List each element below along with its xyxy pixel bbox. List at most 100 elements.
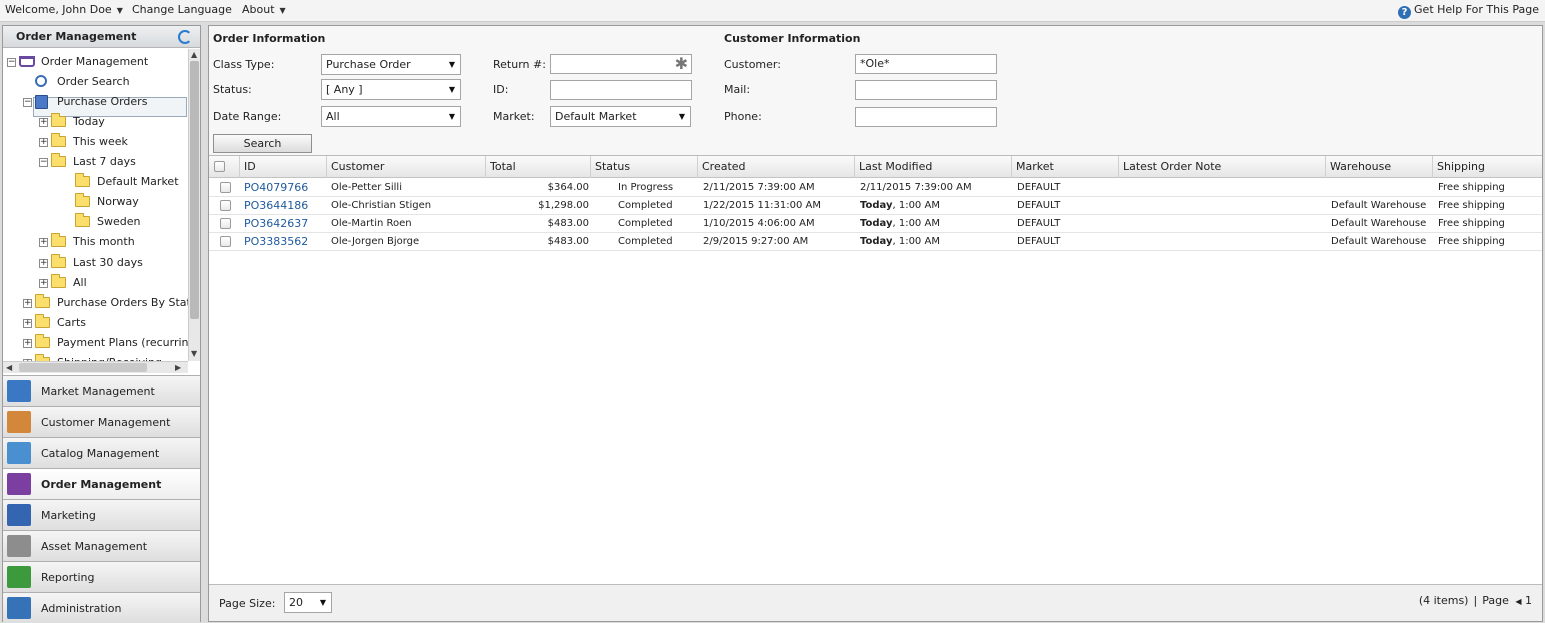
table-row[interactable]: PO3644186 Ole-Christian Stigen $1,298.00 Co… bbox=[209, 197, 1542, 215]
expand-icon[interactable]: + bbox=[39, 238, 48, 248]
scrollbar-thumb[interactable] bbox=[190, 61, 199, 319]
expand-icon[interactable]: + bbox=[39, 258, 48, 268]
column-header[interactable]: Created bbox=[697, 156, 854, 178]
order-id-link[interactable]: PO4079766 bbox=[244, 179, 308, 196]
collapse-icon[interactable]: − bbox=[7, 58, 16, 67]
dropdown-arrow-icon: ▼ bbox=[448, 85, 455, 94]
about-label: About bbox=[242, 3, 275, 16]
tree-node[interactable]: + All bbox=[3, 273, 188, 293]
tree-node[interactable]: + Carts bbox=[3, 313, 188, 333]
column-header[interactable]: Warehouse bbox=[1325, 156, 1432, 178]
expand-icon[interactable]: + bbox=[23, 298, 32, 308]
tree-node[interactable]: + This month bbox=[3, 232, 188, 252]
column-header[interactable]: Shipping bbox=[1432, 156, 1542, 178]
customer-input[interactable]: *Ole* bbox=[855, 54, 997, 74]
expand-icon[interactable]: + bbox=[23, 318, 32, 328]
left-navigation-panel: Order Management − Order Management Order … bbox=[2, 25, 201, 623]
column-header[interactable]: ID bbox=[239, 156, 326, 178]
column-header[interactable]: Customer bbox=[326, 156, 485, 178]
column-header[interactable]: Latest Order Note bbox=[1118, 156, 1325, 178]
tree-node-label: Purchase Orders bbox=[57, 95, 148, 109]
page-number[interactable]: 1 bbox=[1525, 594, 1532, 607]
grid-header: ID Customer Total Status Created Last Modifie… bbox=[209, 156, 1542, 178]
row-checkbox[interactable] bbox=[220, 182, 231, 193]
order-id-link[interactable]: PO3644186 bbox=[244, 197, 308, 214]
expand-icon[interactable]: + bbox=[39, 278, 48, 288]
module-order-management[interactable]: Order Management bbox=[3, 468, 200, 499]
module-customer-management[interactable]: Customer Management bbox=[3, 406, 200, 437]
scroll-left-icon[interactable]: ◀ bbox=[6, 363, 12, 372]
table-row[interactable]: PO3642637 Ole-Martin Roen $483.00 Completed… bbox=[209, 215, 1542, 233]
table-row[interactable]: PO4079766 Ole-Petter Silli $364.00 In Progr… bbox=[209, 179, 1542, 197]
tree-horizontal-scrollbar[interactable]: ◀ ▶ bbox=[3, 361, 188, 373]
tree-node[interactable]: + Payment Plans (recurrin bbox=[3, 333, 188, 353]
column-header[interactable]: Last Modified bbox=[854, 156, 1011, 178]
tree-node[interactable]: + Purchase Orders By Stat bbox=[3, 293, 188, 313]
pager: (4 items) | Page ◀ 1 bbox=[1419, 594, 1532, 607]
folder-icon bbox=[51, 233, 66, 248]
row-checkbox[interactable] bbox=[220, 236, 231, 247]
tree-node[interactable]: − Purchase Orders bbox=[3, 92, 188, 112]
scrollbar-thumb[interactable] bbox=[19, 363, 147, 372]
table-row[interactable]: PO3383562 Ole-Jorgen Bjorge $483.00 Complet… bbox=[209, 233, 1542, 251]
class-type-select[interactable]: Purchase Order ▼ bbox=[321, 54, 461, 75]
modified-time: , 1:00 AM bbox=[892, 218, 940, 229]
module-reporting[interactable]: Reporting bbox=[3, 561, 200, 592]
status-select[interactable]: [ Any ] ▼ bbox=[321, 79, 461, 100]
status-value: [ Any ] bbox=[326, 83, 363, 96]
previous-page-icon[interactable]: ◀ bbox=[1515, 597, 1521, 606]
module-catalog-management[interactable]: Catalog Management bbox=[3, 437, 200, 468]
market-select[interactable]: Default Market ▼ bbox=[550, 106, 691, 127]
id-input[interactable] bbox=[550, 80, 692, 100]
refresh-icon[interactable] bbox=[178, 30, 192, 44]
change-language-menu[interactable]: Change Language bbox=[132, 3, 232, 16]
tree-node[interactable]: Default Market bbox=[3, 172, 188, 192]
expand-icon[interactable]: + bbox=[39, 138, 48, 148]
module-label: Customer Management bbox=[41, 416, 171, 429]
collapse-icon[interactable]: − bbox=[39, 158, 48, 168]
modified-day: Today bbox=[860, 218, 893, 229]
help-link[interactable]: ? Get Help For This Page bbox=[1398, 3, 1539, 19]
scroll-down-icon[interactable]: ▼ bbox=[191, 349, 197, 358]
scroll-up-icon[interactable]: ▲ bbox=[191, 50, 197, 59]
module-marketing[interactable]: Marketing bbox=[3, 499, 200, 530]
tree-node[interactable]: + This week bbox=[3, 132, 188, 152]
about-menu[interactable]: About ▼ bbox=[242, 3, 286, 16]
module-administration[interactable]: Administration bbox=[3, 592, 200, 623]
tree-node[interactable]: + Last 30 days bbox=[3, 253, 188, 273]
tree-node[interactable]: +Shipping/Receiving bbox=[3, 353, 188, 361]
tree-vertical-scrollbar[interactable]: ▲ ▼ bbox=[188, 49, 200, 361]
welcome-menu[interactable]: Welcome, John Doe ▼ bbox=[5, 3, 123, 16]
folder-icon bbox=[75, 193, 90, 208]
mail-input[interactable] bbox=[855, 80, 997, 100]
order-id-link[interactable]: PO3642637 bbox=[244, 215, 308, 232]
row-checkbox[interactable] bbox=[220, 218, 231, 229]
order-id-link[interactable]: PO3383562 bbox=[244, 233, 308, 250]
page-size-select[interactable]: 20 ▼ bbox=[284, 592, 332, 613]
expand-icon[interactable]: + bbox=[39, 118, 48, 128]
module-label: Order Management bbox=[41, 478, 162, 491]
tree-node[interactable]: Norway bbox=[3, 192, 188, 212]
search-button[interactable]: Search bbox=[213, 134, 312, 153]
scroll-right-icon[interactable]: ▶ bbox=[175, 363, 181, 372]
column-header[interactable]: Status bbox=[590, 156, 697, 178]
collapse-icon[interactable]: − bbox=[23, 98, 32, 108]
dropdown-arrow-icon: ▼ bbox=[448, 112, 455, 121]
expand-icon[interactable]: + bbox=[23, 338, 32, 348]
module-asset-management[interactable]: Asset Management bbox=[3, 530, 200, 561]
column-header[interactable]: Total bbox=[485, 156, 590, 178]
tree-node[interactable]: − Order Management bbox=[3, 52, 188, 72]
phone-input[interactable] bbox=[855, 107, 997, 127]
module-market-management[interactable]: Market Management bbox=[3, 375, 200, 406]
tree-node[interactable]: − Last 7 days bbox=[3, 152, 188, 172]
tree-node[interactable]: Sweden bbox=[3, 212, 188, 232]
modified-day: Today bbox=[860, 236, 893, 247]
column-header[interactable]: Market bbox=[1011, 156, 1118, 178]
select-all-checkbox[interactable] bbox=[214, 161, 225, 172]
folder-icon bbox=[35, 333, 50, 348]
row-checkbox[interactable] bbox=[220, 200, 231, 211]
date-range-select[interactable]: All ▼ bbox=[321, 106, 461, 127]
tree-node[interactable]: + Today bbox=[3, 112, 188, 132]
tree-node[interactable]: Order Search bbox=[3, 72, 188, 92]
return-number-input[interactable]: ✱ bbox=[550, 54, 692, 74]
